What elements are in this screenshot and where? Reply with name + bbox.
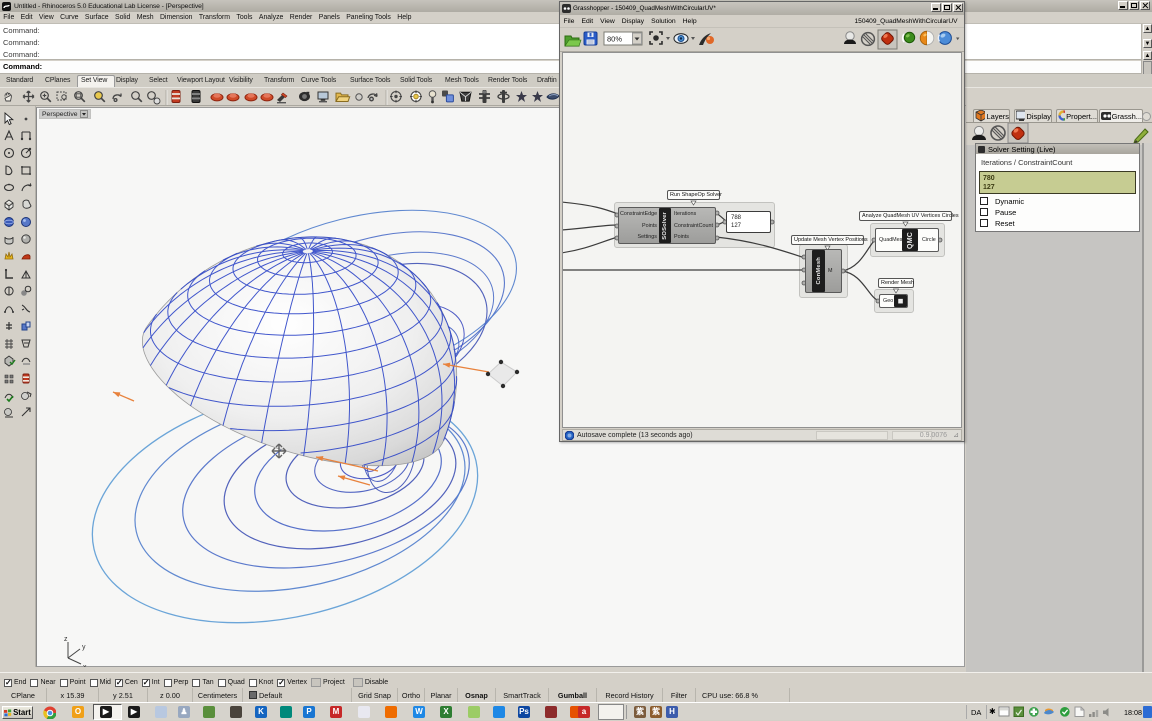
svg-text:z: z (64, 636, 68, 643)
svg-text:x: x (83, 664, 87, 667)
svg-text:y: y (82, 644, 86, 651)
svg-text:80%: 80% (607, 35, 622, 44)
